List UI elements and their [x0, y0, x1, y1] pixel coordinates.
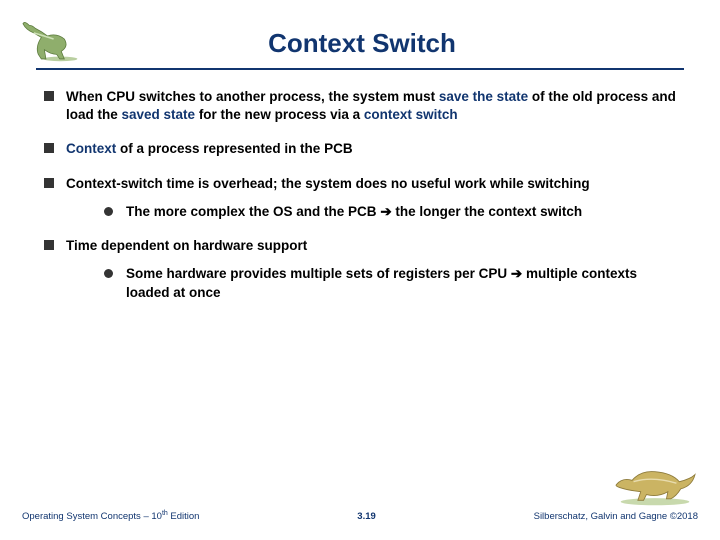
- bullet-1-strong-3: context switch: [364, 107, 458, 122]
- bullet-3-text: Context-switch time is overhead; the sys…: [66, 176, 590, 191]
- footer-left-post: Edition: [168, 511, 200, 522]
- slide: Context Switch When CPU switches to anot…: [0, 0, 720, 540]
- footer-copyright: Silberschatz, Galvin and Gagne ©2018: [534, 511, 698, 522]
- bullet-4a: Some hardware provides multiple sets of …: [102, 265, 678, 301]
- footer-page-number: 3.19: [199, 511, 533, 522]
- dinosaur-large-icon: [610, 456, 700, 506]
- header-rule: [36, 68, 684, 70]
- bullet-2-strong: Context: [66, 141, 116, 156]
- slide-title: Context Switch: [40, 22, 684, 59]
- bullet-2: Context of a process represented in the …: [42, 140, 678, 158]
- bullet-3a-pre: The more complex the OS and the PCB: [126, 204, 380, 219]
- bullet-1-mid2: for the new process via a: [195, 107, 364, 122]
- bullet-3a-post: the longer the context switch: [392, 204, 583, 219]
- bullet-2-rest: of a process represented in the PCB: [116, 141, 352, 156]
- arrow-icon: ➔: [511, 266, 522, 281]
- bullet-1-pre: When CPU switches to another process, th…: [66, 89, 439, 104]
- arrow-icon: ➔: [380, 204, 391, 219]
- bullet-1: When CPU switches to another process, th…: [42, 88, 678, 124]
- footer-left-pre: Operating System Concepts – 10: [22, 511, 162, 522]
- bullet-3: Context-switch time is overhead; the sys…: [42, 175, 678, 221]
- bullet-4-text: Time dependent on hardware support: [66, 238, 307, 253]
- slide-footer: Operating System Concepts – 10th Edition…: [0, 502, 720, 530]
- bullet-1-strong-2: saved state: [122, 107, 196, 122]
- footer-left: Operating System Concepts – 10th Edition: [22, 510, 199, 522]
- bullet-4: Time dependent on hardware support Some …: [42, 237, 678, 302]
- bullet-4a-pre: Some hardware provides multiple sets of …: [126, 266, 511, 281]
- bullet-3a: The more complex the OS and the PCB ➔ th…: [102, 203, 678, 221]
- slide-content: When CPU switches to another process, th…: [36, 88, 684, 302]
- slide-header: Context Switch: [36, 0, 684, 62]
- bullet-1-strong-1: save the state: [439, 89, 528, 104]
